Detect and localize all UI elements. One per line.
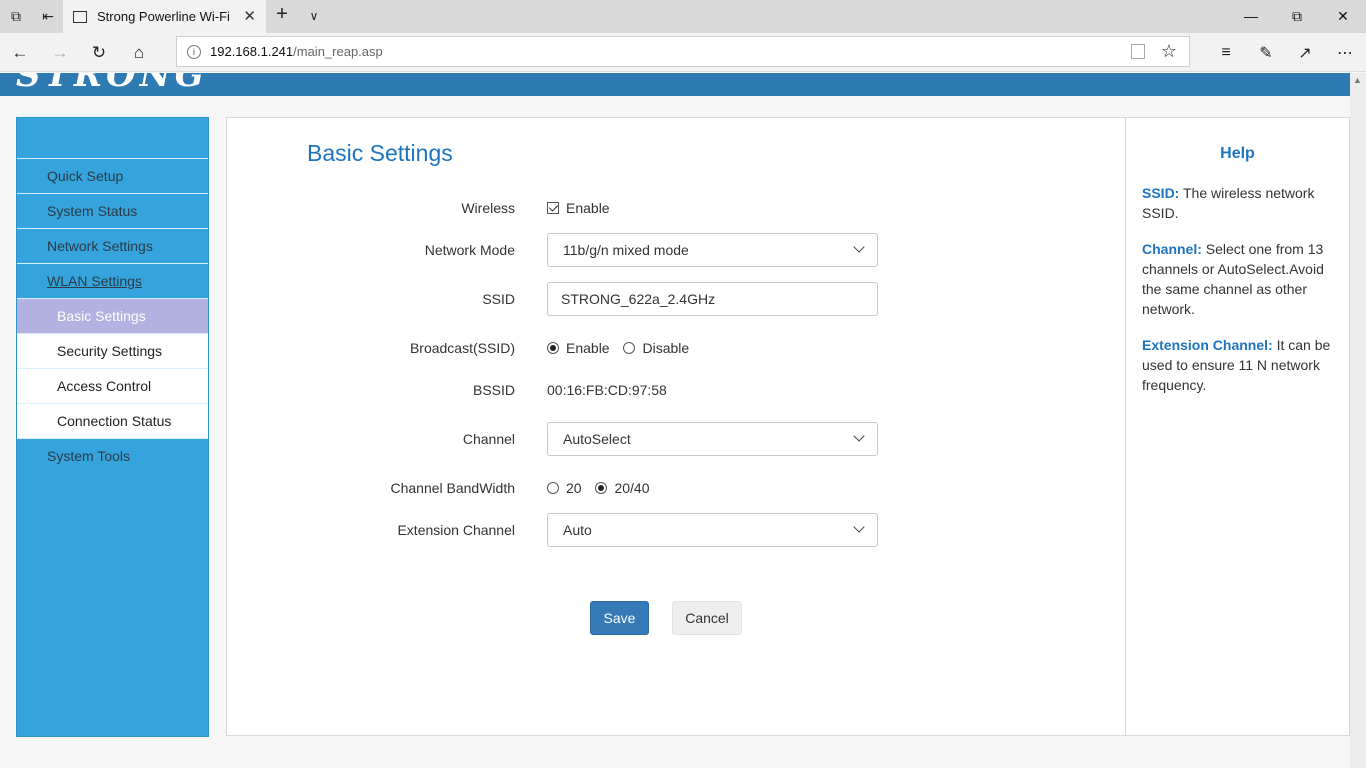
- ssid-label: SSID: [482, 291, 515, 307]
- channel-label: Channel: [462, 431, 515, 447]
- url-bar[interactable]: i 192.168.1.241/main_reap.asp ☆: [176, 36, 1190, 67]
- broadcast-disable-label: Disable: [642, 340, 690, 356]
- ssid-input[interactable]: STRONG_622a_2.4GHz: [547, 282, 878, 316]
- browser-tab-bar: ⧉ ⇤ Strong Powerline Wi-Fi ✕ + ∨ — ⧉ ✕: [0, 0, 1366, 33]
- window-close-icon[interactable]: ✕: [1320, 0, 1366, 32]
- sidebar-item-access-control[interactable]: Access Control: [17, 368, 208, 403]
- chevron-down-icon: [853, 430, 865, 442]
- network-mode-value: 11b/g/n mixed mode: [563, 242, 689, 258]
- broadcast-enable-radio[interactable]: Enable: [547, 340, 610, 356]
- sidebar-item-network-settings[interactable]: Network Settings: [17, 228, 208, 263]
- help-term: SSID:: [1142, 185, 1180, 201]
- sidebar-item-system-status[interactable]: System Status: [17, 193, 208, 228]
- broadcast-enable-label: Enable: [566, 340, 610, 356]
- network-mode-label: Network Mode: [424, 242, 515, 258]
- help-panel: Help SSID: The wireless network SSID. Ch…: [1125, 117, 1350, 736]
- help-term: Extension Channel:: [1142, 337, 1273, 353]
- favorite-star-icon[interactable]: ☆: [1161, 41, 1177, 62]
- chevron-down-icon: [853, 521, 865, 533]
- bandwidth-20-40-radio[interactable]: 20/40: [595, 480, 650, 496]
- broadcast-label: Broadcast(SSID): [409, 340, 515, 356]
- wireless-enable-label: Enable: [566, 200, 610, 216]
- browser-tab[interactable]: Strong Powerline Wi-Fi ✕: [63, 0, 266, 33]
- bssid-value: 00:16:FB:CD:97:58: [547, 382, 667, 398]
- save-button[interactable]: Save: [590, 601, 649, 635]
- reading-view-icon[interactable]: [1131, 44, 1145, 59]
- help-title: Help: [1220, 145, 1255, 162]
- favorites-icon[interactable]: ≡: [1214, 41, 1238, 65]
- checkbox-checked-icon[interactable]: [547, 202, 559, 214]
- sidebar-item-security-settings[interactable]: Security Settings: [17, 333, 208, 368]
- sidebar-item-wlan-settings[interactable]: WLAN Settings: [17, 263, 208, 298]
- channel-value: AutoSelect: [563, 431, 631, 447]
- home-icon[interactable]: ⌂: [127, 41, 151, 65]
- sidebar-item-connection-status[interactable]: Connection Status: [17, 403, 208, 438]
- restore-icon[interactable]: ⧉: [1274, 0, 1320, 32]
- cancel-button[interactable]: Cancel: [672, 601, 742, 635]
- radio-unselected-icon[interactable]: [547, 482, 559, 494]
- tab-list-chevron-icon[interactable]: ∨: [304, 6, 324, 26]
- scroll-up-icon[interactable]: ▲: [1353, 75, 1362, 85]
- refresh-icon[interactable]: ↻: [87, 41, 111, 65]
- more-icon[interactable]: ⋯: [1333, 41, 1357, 65]
- close-tab-icon[interactable]: ✕: [243, 7, 256, 25]
- radio-selected-icon[interactable]: [547, 342, 559, 354]
- tab-actions-icon[interactable]: ⧉: [6, 6, 26, 26]
- wireless-enable-checkbox[interactable]: Enable: [547, 200, 610, 216]
- bssid-label: BSSID: [472, 382, 515, 398]
- share-icon[interactable]: ↗: [1293, 41, 1317, 65]
- extension-channel-label: Extension Channel: [397, 522, 515, 538]
- bandwidth-20-label: 20: [566, 480, 582, 496]
- strong-logo: STRONG: [16, 73, 208, 95]
- sidebar-nav: Quick Setup System Status Network Settin…: [16, 117, 209, 737]
- new-tab-icon[interactable]: +: [272, 3, 292, 25]
- help-entry-ssid: SSID: The wireless network SSID.: [1142, 183, 1333, 223]
- radio-unselected-icon[interactable]: [623, 342, 636, 354]
- extension-channel-value: Auto: [563, 522, 592, 538]
- chevron-down-icon: [853, 241, 865, 253]
- forward-icon[interactable]: →: [48, 41, 72, 65]
- address-toolbar: ← → ↻ ⌂ i 192.168.1.241/main_reap.asp ☆ …: [0, 33, 1366, 72]
- page-header: STRONG: [0, 73, 1350, 96]
- broadcast-disable-radio[interactable]: Disable: [623, 340, 689, 356]
- radio-selected-icon[interactable]: [595, 482, 608, 494]
- sidebar-item-system-tools[interactable]: System Tools: [17, 438, 208, 473]
- back-icon[interactable]: ←: [8, 41, 32, 65]
- site-info-icon[interactable]: i: [187, 44, 201, 59]
- help-term: Channel:: [1142, 241, 1202, 257]
- wireless-label: Wireless: [461, 200, 515, 216]
- bandwidth-20-radio[interactable]: 20: [547, 480, 582, 496]
- help-entry-channel: Channel: Select one from 13 channels or …: [1142, 239, 1333, 319]
- extension-channel-select[interactable]: Auto: [547, 513, 878, 547]
- url-host: 192.168.1.241: [210, 44, 294, 59]
- channel-select[interactable]: AutoSelect: [547, 422, 878, 456]
- url-path: /main_reap.asp: [293, 44, 383, 59]
- bandwidth-20-40-label: 20/40: [614, 480, 650, 496]
- network-mode-select[interactable]: 11b/g/n mixed mode: [547, 233, 878, 267]
- set-tabs-aside-icon[interactable]: ⇤: [38, 6, 58, 26]
- sidebar-item-basic-settings[interactable]: Basic Settings: [17, 298, 208, 333]
- minimize-icon[interactable]: —: [1228, 0, 1274, 32]
- page-title: Basic Settings: [307, 140, 453, 166]
- sidebar-item-quick-setup[interactable]: Quick Setup: [17, 158, 208, 193]
- help-entry-extension-channel: Extension Channel: It can be used to ens…: [1142, 335, 1333, 395]
- page-icon: [73, 10, 87, 23]
- pen-icon[interactable]: ✎: [1254, 41, 1278, 65]
- ssid-value: STRONG_622a_2.4GHz: [561, 291, 716, 307]
- bandwidth-label: Channel BandWidth: [390, 480, 515, 496]
- page-scrollbar[interactable]: ▲: [1350, 73, 1366, 768]
- tab-title: Strong Powerline Wi-Fi: [97, 9, 230, 24]
- bandwidth-radio-group: 20 20/40: [547, 480, 660, 496]
- broadcast-radio-group: Enable Disable: [547, 340, 699, 356]
